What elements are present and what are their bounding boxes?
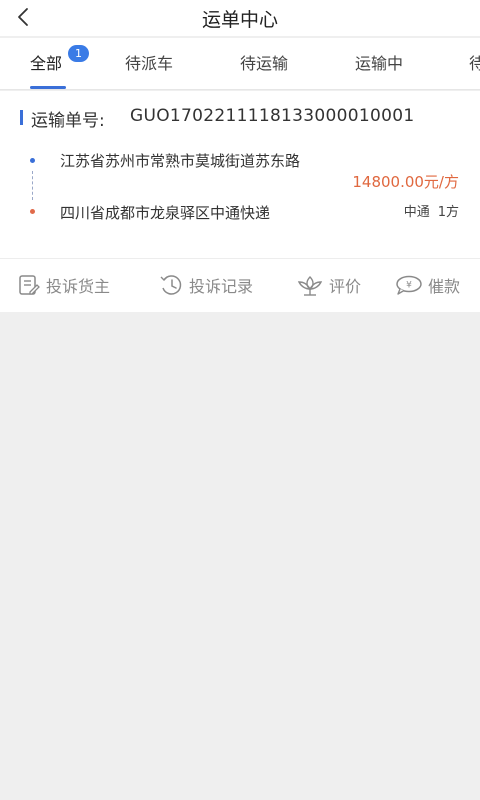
carrier-name: 中通 bbox=[403, 205, 430, 220]
waybill-card[interactable]: 运输单号: GUO1702211118133000010001 江苏省苏州市常熟… bbox=[0, 91, 480, 312]
history-clock-icon bbox=[160, 275, 182, 295]
page-title: 运单中心 bbox=[201, 9, 278, 31]
top-navbar: 运单中心 bbox=[0, 0, 480, 36]
payment-reminder-label: 催款 bbox=[428, 277, 461, 296]
tab-pending-dispatch[interactable]: 待派车 bbox=[125, 38, 173, 89]
svg-text:¥: ¥ bbox=[406, 281, 412, 291]
rate-label: 评价 bbox=[329, 277, 362, 296]
complaint-history-label: 投诉记录 bbox=[189, 277, 254, 296]
destination-address: 四川省成都市龙泉驿区中通快递 bbox=[60, 204, 271, 222]
complain-shipper-label: 投诉货主 bbox=[46, 277, 111, 296]
tab-pending-transport[interactable]: 待运输 bbox=[240, 38, 288, 89]
tab-in-transit[interactable]: 运输中 bbox=[355, 38, 403, 89]
complaint-history-button[interactable]: 投诉记录 bbox=[159, 259, 253, 311]
payment-reminder-button[interactable]: ¥ 催款 bbox=[395, 259, 460, 311]
active-tab-indicator bbox=[30, 86, 66, 89]
route-connector bbox=[32, 171, 33, 200]
destination-dot-icon bbox=[30, 209, 35, 214]
tab-all-count-badge: 1 bbox=[68, 45, 89, 62]
complain-shipper-button[interactable]: 投诉货主 bbox=[18, 259, 110, 311]
flower-rating-icon bbox=[297, 276, 323, 296]
edit-document-icon bbox=[19, 275, 40, 295]
origin-dot-icon bbox=[30, 158, 35, 163]
order-accent-bar bbox=[20, 110, 23, 125]
order-number-label: 运输单号: bbox=[31, 111, 105, 131]
cargo-quantity: 1方 bbox=[437, 205, 459, 220]
order-number: GUO1702211118133000010001 bbox=[130, 106, 415, 126]
freight-price: 14800.00元/方 bbox=[352, 173, 459, 191]
shipment-meta: 中通 1方 bbox=[404, 201, 459, 220]
rate-button[interactable]: 评价 bbox=[297, 259, 361, 311]
payment-bubble-icon: ¥ bbox=[396, 275, 422, 295]
origin-address: 江苏省苏州市常熟市莫城街道苏东路 bbox=[60, 152, 301, 170]
status-tabs: 全部 1 待派车 待运输 运输中 待 bbox=[0, 38, 480, 90]
tab-overflow[interactable]: 待 bbox=[469, 38, 480, 89]
tab-all[interactable]: 全部 bbox=[30, 38, 62, 89]
